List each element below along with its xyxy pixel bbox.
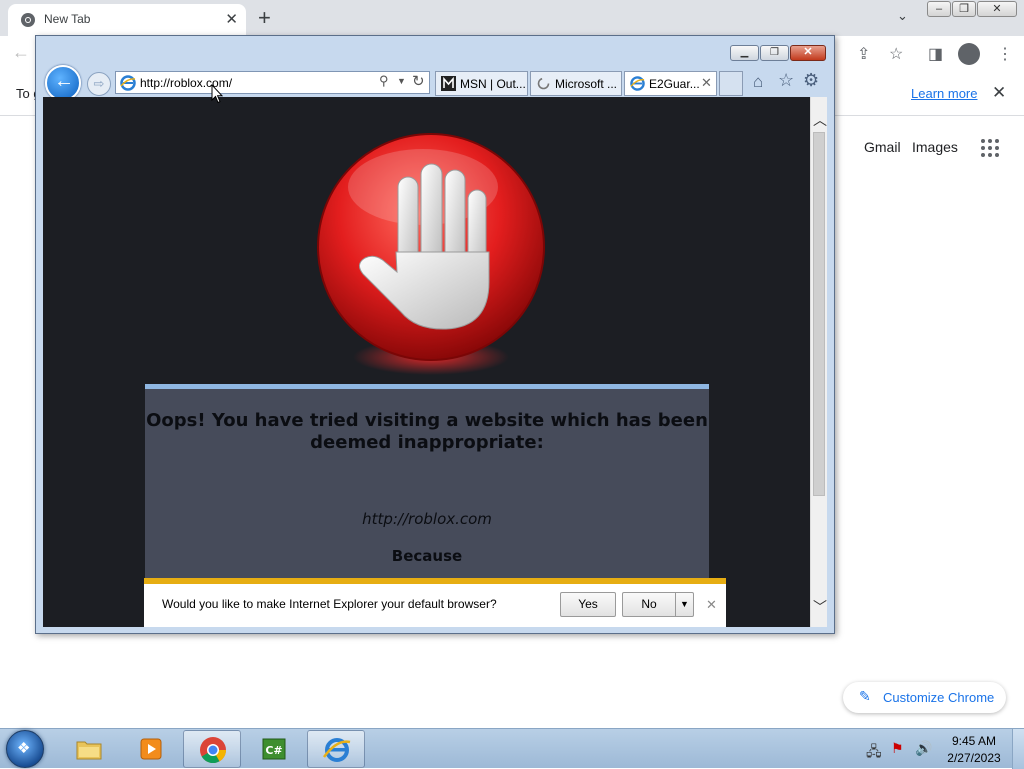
no-split-button[interactable]: No ▼ xyxy=(622,592,694,617)
scroll-up-icon[interactable]: ︿ xyxy=(813,110,827,130)
taskbar-media-player[interactable] xyxy=(122,730,180,768)
internet-explorer-window: ▁ ❐ ✕ ← ⇨ http://roblox.com/ ⚲ ▼ ↻ MSN |… xyxy=(35,35,835,634)
loading-spinner-icon xyxy=(537,77,550,90)
kebab-menu-icon[interactable]: ⋮ xyxy=(997,44,1013,64)
clock-date[interactable]: 2/27/2023 xyxy=(944,751,1004,765)
stop-hand-icon xyxy=(317,133,545,375)
new-tab-button[interactable]: + xyxy=(258,5,271,31)
favorites-star-icon[interactable]: ☆ xyxy=(778,70,794,91)
close-tab-icon[interactable]: ✕ xyxy=(701,75,712,91)
volume-icon[interactable]: 🔊 xyxy=(915,740,932,757)
block-reason-label: Because xyxy=(391,547,463,565)
internet-explorer-icon xyxy=(322,738,351,762)
share-icon[interactable]: ⇪ xyxy=(857,44,870,64)
customize-chrome-label: Customize Chrome xyxy=(883,690,995,705)
ie-vertical-scrollbar[interactable]: ︿ ﹀ xyxy=(810,97,827,627)
chrome-close-button[interactable]: ✕ xyxy=(977,1,1017,17)
pencil-icon: ✎ xyxy=(859,688,871,704)
chrome-icon xyxy=(200,737,227,764)
dropdown-arrow-icon[interactable]: ▼ xyxy=(397,76,406,86)
ie-tab-label: E2Guar... xyxy=(649,77,700,91)
customize-chrome-button[interactable]: ✎ Customize Chrome xyxy=(843,682,1006,713)
blocked-url: http://roblox.com xyxy=(362,510,492,528)
block-heading: Oops! You have tried visiting a website … xyxy=(146,410,708,453)
gmail-link[interactable]: Gmail xyxy=(864,139,901,155)
ie-forward-button[interactable]: ⇨ xyxy=(87,72,111,96)
windows-taskbar: ❖ C# 🖧 ⚑ 🔊 9:45 AM 2/27/2023 xyxy=(0,728,1024,769)
ie-page-icon xyxy=(630,76,645,91)
ie-back-button[interactable]: ← xyxy=(45,65,81,101)
ie-address-bar[interactable]: http://roblox.com/ ⚲ ▼ ↻ xyxy=(115,71,430,94)
chrome-minimize-button[interactable]: – xyxy=(927,1,951,17)
msn-icon xyxy=(441,76,456,91)
chrome-tabstrip: New Tab ✕ + ⌄ – ❐ ✕ xyxy=(0,0,1024,36)
chrome-tab-title: New Tab xyxy=(44,12,91,26)
show-desktop-button[interactable] xyxy=(1012,729,1024,769)
close-tab-icon[interactable]: ✕ xyxy=(225,10,238,28)
ie-minimize-button[interactable]: ▁ xyxy=(730,45,759,61)
ie-tab-label: Microsoft ... xyxy=(555,77,618,91)
learn-more-link[interactable]: Learn more xyxy=(911,86,977,101)
ie-tab-msn[interactable]: MSN | Out... xyxy=(435,71,528,96)
scroll-down-icon[interactable]: ﹀ xyxy=(813,597,827,617)
clock-time[interactable]: 9:45 AM xyxy=(944,734,1004,748)
ie-tab-e2guardian[interactable]: E2Guar... ✕ xyxy=(624,71,717,96)
mouse-cursor-icon xyxy=(211,84,223,104)
profile-avatar-icon[interactable] xyxy=(958,43,980,65)
google-apps-grid-icon[interactable] xyxy=(981,139,999,157)
side-panel-icon[interactable]: ◨ xyxy=(928,44,943,64)
ie-new-tab-button[interactable] xyxy=(719,71,743,96)
default-browser-question: Would you like to make Internet Explorer… xyxy=(162,597,497,611)
ie-tab-microsoft[interactable]: Microsoft ... xyxy=(530,71,622,96)
action-center-flag-icon[interactable]: ⚑ xyxy=(891,740,904,757)
scroll-thumb[interactable] xyxy=(813,132,825,496)
no-button[interactable]: No xyxy=(623,593,675,616)
back-arrow-icon[interactable]: ← xyxy=(12,42,30,63)
folder-icon xyxy=(76,741,102,760)
chrome-restore-button[interactable]: ❐ xyxy=(952,1,976,17)
svg-text:C#: C# xyxy=(265,744,282,757)
taskbar-csharp[interactable]: C# xyxy=(245,730,303,768)
tab-search-chevron-icon[interactable]: ⌄ xyxy=(897,8,908,24)
ie-restore-button[interactable]: ❐ xyxy=(760,45,789,61)
windows-logo-icon: ❖ xyxy=(17,740,31,757)
default-browser-notification: Would you like to make Internet Explorer… xyxy=(144,578,726,627)
bookmark-star-icon[interactable]: ☆ xyxy=(889,44,903,64)
refresh-icon[interactable]: ↻ xyxy=(412,72,425,90)
chrome-favicon-icon xyxy=(21,13,35,27)
images-link[interactable]: Images xyxy=(912,139,958,155)
media-player-icon xyxy=(140,738,162,760)
ie-close-button[interactable]: ✕ xyxy=(790,45,826,61)
yes-button[interactable]: Yes xyxy=(560,592,616,617)
dropdown-arrow-icon[interactable]: ▼ xyxy=(675,593,693,616)
close-icon[interactable]: ✕ xyxy=(706,597,717,613)
start-button[interactable]: ❖ xyxy=(6,730,44,768)
ie-page-content: Oops! You have tried visiting a website … xyxy=(43,97,810,627)
gear-icon[interactable]: ⚙ xyxy=(803,70,819,91)
ie-page-icon xyxy=(120,75,136,91)
taskbar-chrome[interactable] xyxy=(183,730,241,768)
close-icon[interactable]: ✕ xyxy=(992,83,1006,103)
back-arrow-icon: ← xyxy=(54,70,74,92)
csharp-icon: C# xyxy=(262,738,286,760)
ie-tab-label: MSN | Out... xyxy=(460,77,526,91)
home-icon[interactable]: ⌂ xyxy=(753,72,763,92)
taskbar-explorer[interactable] xyxy=(60,730,118,768)
search-icon[interactable]: ⚲ xyxy=(379,73,389,89)
taskbar-internet-explorer[interactable] xyxy=(307,730,365,768)
chrome-tab-new-tab[interactable]: New Tab ✕ xyxy=(8,4,246,36)
network-icon[interactable]: 🖧 xyxy=(866,741,882,765)
